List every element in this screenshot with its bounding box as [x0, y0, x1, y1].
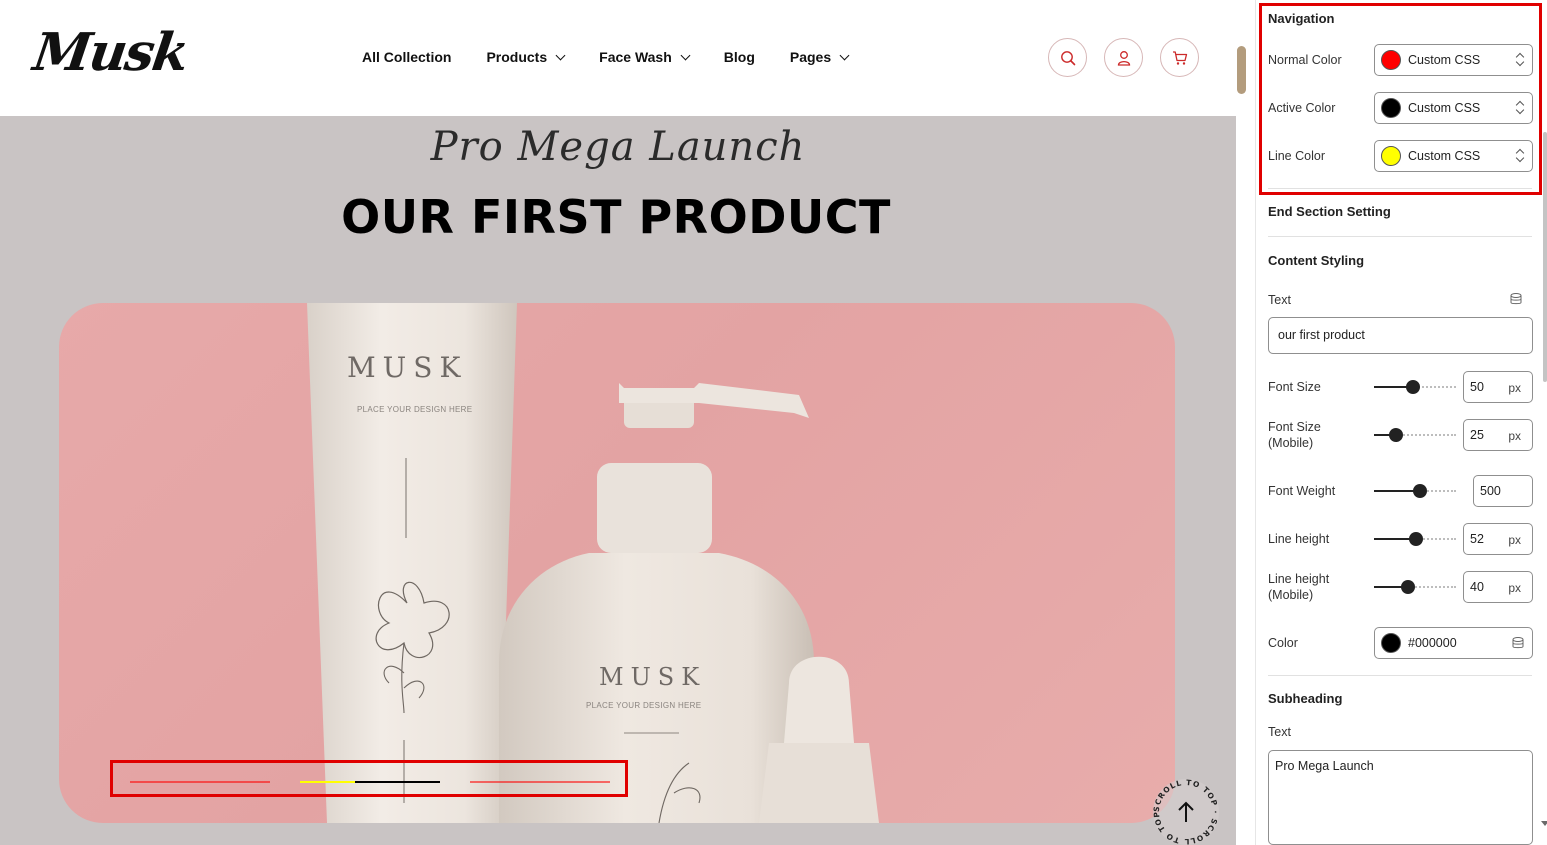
- cart-icon: [1172, 50, 1187, 65]
- line-height-mobile-input[interactable]: 40 px: [1463, 571, 1533, 603]
- unit-label: px: [1508, 581, 1521, 595]
- store-preview: Musk All Collection Products Face Wash B…: [0, 0, 1236, 845]
- nav-all-collection[interactable]: All Collection: [362, 49, 451, 65]
- font-size-input[interactable]: 50 px: [1463, 371, 1533, 403]
- hero-subheading: Pro Mega Launch: [430, 124, 806, 170]
- color-label: Color: [1268, 636, 1298, 650]
- store-logo[interactable]: Musk: [30, 22, 191, 83]
- color-hex-value: #000000: [1408, 636, 1457, 650]
- header-actions: [1048, 38, 1216, 77]
- label-line: (Mobile): [1268, 436, 1314, 450]
- chevron-down-icon: [839, 50, 850, 60]
- panel-scroll-thumb[interactable]: [1543, 132, 1547, 382]
- product-image: [307, 303, 879, 823]
- input-value: 40: [1470, 580, 1484, 594]
- scroll-to-top-badge: SCROLL TO TOP · SCROLL TO TOP ·: [1150, 771, 1219, 845]
- nav-label: All Collection: [362, 49, 452, 65]
- tube-caption: PLACE YOUR DESIGN HERE: [357, 405, 473, 414]
- input-value: 500: [1480, 484, 1501, 498]
- line-height-label: Line height: [1268, 532, 1330, 546]
- cart-button[interactable]: [1160, 38, 1199, 77]
- content-text-input[interactable]: our first product: [1268, 317, 1533, 354]
- slider-navigation-highlight: [110, 760, 628, 797]
- nav-pages[interactable]: Pages: [789, 49, 850, 65]
- tube-brand-label: MUSK: [347, 351, 468, 384]
- slide-indicator-1[interactable]: [130, 781, 270, 783]
- bottle-brand-label: MUSK: [599, 663, 707, 691]
- nav-label: Blog: [723, 49, 755, 65]
- content-styling-title: Content Styling: [1268, 253, 1365, 268]
- search-icon: [1060, 50, 1075, 65]
- input-value: 25: [1470, 428, 1484, 442]
- scroll-to-top-button[interactable]: SCROLL TO TOP · SCROLL TO TOP ·: [1150, 771, 1220, 845]
- nav-products[interactable]: Products: [486, 49, 566, 65]
- line-height-slider[interactable]: [1374, 532, 1456, 546]
- nav-blog[interactable]: Blog: [724, 49, 755, 65]
- account-button[interactable]: [1104, 38, 1143, 77]
- divider: [1268, 675, 1532, 676]
- slider-knob[interactable]: [1413, 484, 1427, 498]
- label-line: Line height: [1268, 572, 1330, 586]
- nav-face-wash[interactable]: Face Wash: [599, 49, 691, 65]
- end-section-title: End Section Setting: [1268, 204, 1391, 219]
- input-value: 52: [1470, 532, 1484, 546]
- unit-label: px: [1508, 429, 1521, 443]
- database-icon[interactable]: [1510, 293, 1522, 305]
- font-weight-input[interactable]: 500: [1473, 475, 1533, 507]
- bottle-caption: PLACE YOUR DESIGN HERE: [586, 701, 702, 710]
- unit-label: px: [1508, 381, 1521, 395]
- nav-label: Pages: [789, 49, 832, 65]
- slider-knob[interactable]: [1401, 580, 1415, 594]
- subheading-text-label: Text: [1268, 725, 1291, 739]
- user-icon: [1117, 50, 1130, 66]
- unit-label: px: [1508, 533, 1521, 547]
- line-height-input[interactable]: 52 px: [1463, 523, 1533, 555]
- chevron-down-icon: [680, 50, 691, 60]
- label-line: Font Size: [1268, 420, 1321, 434]
- nav-label: Face Wash: [599, 49, 672, 65]
- slide-indicator-progress: [300, 781, 355, 783]
- line-height-mobile-slider[interactable]: [1374, 580, 1456, 594]
- font-size-slider[interactable]: [1374, 380, 1456, 394]
- line-height-mobile-label: Line height (Mobile): [1268, 571, 1329, 603]
- text-label: Text: [1268, 293, 1291, 307]
- scroll-down-arrow-icon[interactable]: [1541, 821, 1547, 826]
- database-icon[interactable]: [1512, 637, 1524, 649]
- font-size-mobile-input[interactable]: 25 px: [1463, 419, 1533, 451]
- color-swatch[interactable]: [1381, 633, 1401, 653]
- search-button[interactable]: [1048, 38, 1087, 77]
- chevron-down-icon: [555, 50, 566, 60]
- input-value: 50: [1470, 380, 1484, 394]
- font-weight-slider[interactable]: [1374, 484, 1456, 498]
- nav-label: Products: [486, 49, 548, 65]
- hero-heading: OUR FIRST PRODUCT: [341, 190, 891, 244]
- site-header: Musk All Collection Products Face Wash B…: [0, 0, 1236, 116]
- subheading-section-title: Subheading: [1268, 691, 1343, 706]
- font-size-label: Font Size: [1268, 380, 1321, 394]
- slide-indicator-3[interactable]: [470, 781, 610, 783]
- preview-scroll-thumb[interactable]: [1237, 46, 1246, 94]
- subheading-textarea[interactable]: Pro Mega Launch: [1268, 750, 1533, 845]
- text-color-picker[interactable]: #000000: [1374, 627, 1533, 659]
- font-size-mobile-label: Font Size (Mobile): [1268, 419, 1321, 451]
- preview-scrollbar[interactable]: [1236, 0, 1247, 845]
- slider-knob[interactable]: [1409, 532, 1423, 546]
- hero-image-card: MUSK PLACE YOUR DESIGN HERE MUSK PLACE Y…: [59, 303, 1175, 823]
- slider-knob[interactable]: [1389, 428, 1403, 442]
- slider-knob[interactable]: [1406, 380, 1420, 394]
- font-weight-label: Font Weight: [1268, 484, 1336, 498]
- navigation-settings-highlight: [1259, 3, 1542, 195]
- label-line: (Mobile): [1268, 588, 1314, 602]
- divider: [1268, 236, 1532, 237]
- main-navigation: All Collection Products Face Wash Blog P…: [362, 49, 883, 65]
- font-size-mobile-slider[interactable]: [1374, 428, 1456, 442]
